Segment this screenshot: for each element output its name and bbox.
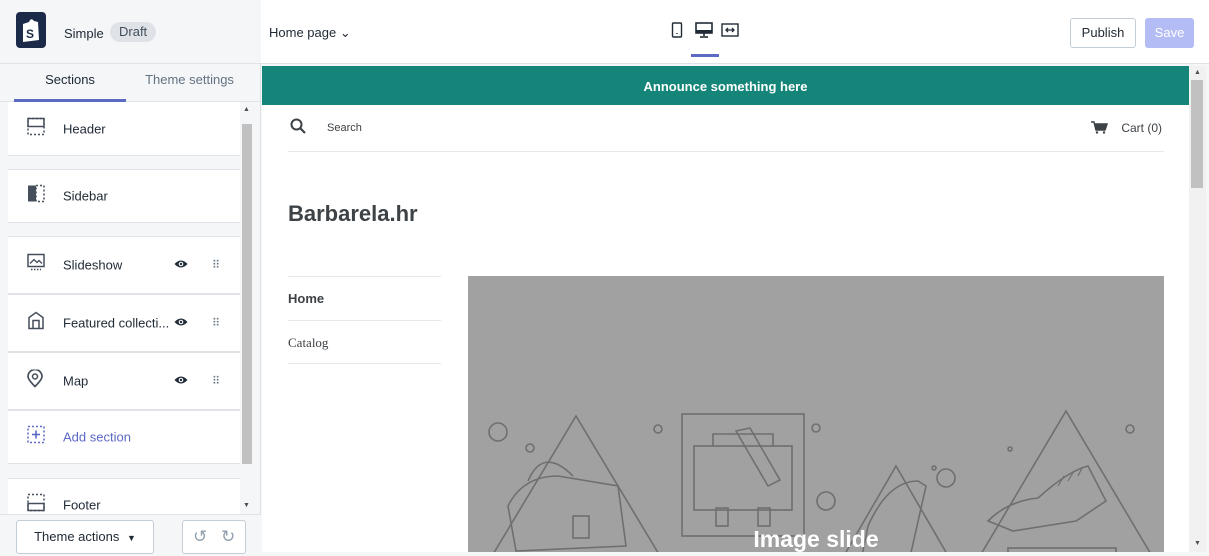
editor-sidebar: S Simple Draft Sections Theme settings H… [0, 0, 261, 556]
section-list: Header Sidebar Slideshow ⠿ Featured coll… [0, 102, 240, 514]
scroll-down-icon[interactable]: ▼ [1194, 540, 1201, 547]
active-device-indicator [691, 54, 719, 57]
tab-theme-settings[interactable]: Theme settings [132, 64, 247, 102]
section-item-footer[interactable]: Footer [8, 478, 240, 514]
brand-bar: S Simple Draft [0, 0, 261, 64]
undo-icon[interactable]: ↺ [193, 527, 207, 547]
eye-icon[interactable] [174, 314, 188, 332]
page-selector-label: Home page [269, 25, 337, 40]
theme-actions-label: Theme actions [34, 529, 120, 544]
theme-editor: S Simple Draft Sections Theme settings H… [0, 0, 1209, 556]
chevron-down-icon: ⌄ [339, 25, 351, 40]
search-link[interactable]: Search [327, 122, 362, 134]
status-badge: Draft [110, 22, 157, 42]
nav-item-catalog[interactable]: Catalog [288, 320, 441, 364]
cart-icon[interactable] [1091, 121, 1109, 139]
device-switcher [671, 22, 741, 57]
fullscreen-icon[interactable] [721, 22, 739, 43]
search-icon[interactable] [290, 118, 306, 139]
section-item-sidebar[interactable]: Sidebar [8, 169, 240, 223]
top-toolbar: Home page ⌄ Publish Save [261, 0, 1209, 64]
store-title[interactable]: Barbarela.hr [288, 201, 418, 227]
desktop-icon[interactable] [695, 22, 713, 43]
section-list-scrollbar[interactable]: ▲ ▼ [240, 102, 254, 514]
footer-icon [27, 493, 45, 515]
section-label: Header [63, 121, 106, 136]
header-icon [27, 117, 45, 140]
sidebar-icon [27, 184, 45, 208]
publish-button[interactable]: Publish [1070, 18, 1136, 48]
slideshow-icon [27, 253, 45, 277]
store-preview: Announce something here Search Cart (0) … [262, 66, 1189, 552]
store-header: Search Cart (0) [288, 105, 1164, 152]
svg-text:S: S [26, 27, 34, 41]
preview-scrollbar[interactable]: ▲ ▼ [1189, 66, 1206, 552]
cart-link[interactable]: Cart (0) [1121, 121, 1162, 135]
section-item-header[interactable]: Header [8, 102, 240, 156]
map-pin-icon [27, 368, 43, 393]
section-label: Slideshow [63, 257, 123, 273]
collection-icon [27, 311, 45, 335]
theme-actions-button[interactable]: Theme actions ▼ [16, 520, 154, 554]
store-nav: Home Catalog [288, 276, 441, 364]
drag-handle-icon[interactable]: ⠿ [212, 375, 220, 388]
mobile-icon[interactable] [671, 22, 683, 43]
eye-icon[interactable] [174, 256, 188, 274]
shopify-logo-icon[interactable]: S [16, 12, 46, 48]
page-selector[interactable]: Home page ⌄ [269, 25, 351, 41]
section-label: Footer [63, 497, 101, 513]
section-item-map[interactable]: Map ⠿ [8, 352, 240, 410]
section-label: Map [63, 373, 89, 389]
tab-sections[interactable]: Sections [14, 64, 126, 102]
slide-heading: Image slide [753, 526, 879, 552]
section-item-slideshow[interactable]: Slideshow ⠿ [8, 236, 240, 294]
add-section-label: Add section [63, 429, 131, 445]
add-section-button[interactable]: Add section [8, 410, 240, 464]
sidebar-tabs: Sections Theme settings [0, 64, 261, 102]
section-item-featured-collection[interactable]: Featured collecti... ⠿ [8, 294, 240, 352]
scrollbar-thumb[interactable] [242, 124, 252, 464]
scroll-down-icon[interactable]: ▼ [243, 502, 250, 509]
theme-name: Simple [64, 26, 104, 41]
section-label: Sidebar [63, 188, 108, 204]
redo-icon[interactable]: ↻ [221, 527, 235, 547]
undo-redo-group: ↺ ↻ [182, 520, 246, 554]
section-label: Featured collecti... [63, 315, 170, 331]
scroll-up-icon[interactable]: ▲ [1194, 69, 1201, 76]
slide-illustration [488, 409, 1151, 552]
add-section-icon [27, 425, 45, 449]
scroll-up-icon[interactable]: ▲ [243, 106, 250, 113]
drag-handle-icon[interactable]: ⠿ [212, 317, 220, 330]
sidebar-footer: Theme actions ▼ ↺ ↻ [0, 514, 261, 556]
slideshow-slide[interactable]: Image slide [468, 276, 1164, 552]
drag-handle-icon[interactable]: ⠿ [212, 259, 220, 272]
scrollbar-thumb[interactable] [1191, 80, 1203, 188]
nav-item-home[interactable]: Home [288, 276, 441, 320]
eye-icon[interactable] [174, 372, 188, 390]
caret-down-icon: ▼ [126, 533, 136, 543]
announcement-bar[interactable]: Announce something here [262, 66, 1189, 105]
save-button[interactable]: Save [1145, 18, 1194, 48]
